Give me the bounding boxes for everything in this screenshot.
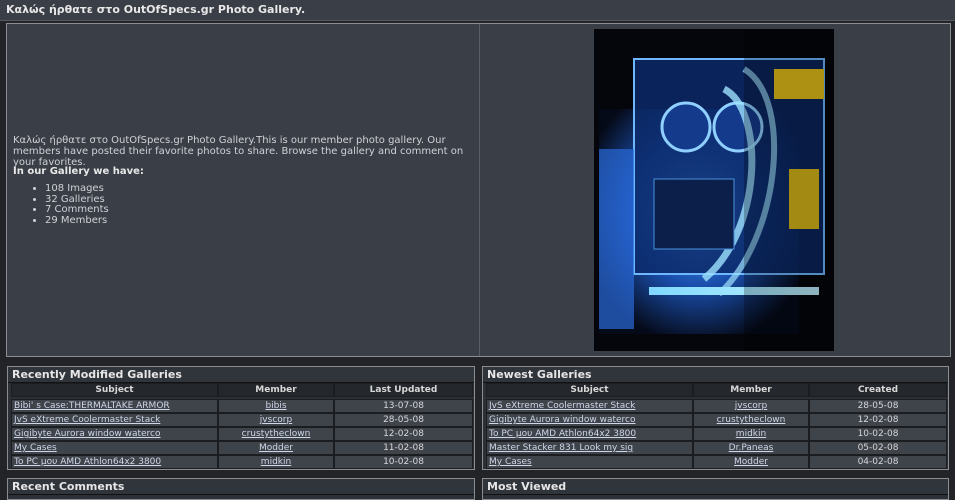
welcome-panel: Καλώς ήρθατε στο OutOfSpecs.gr Photo Gal…: [6, 23, 951, 357]
gallery-subject-link[interactable]: Gigibyte Aurora window waterco: [486, 413, 693, 427]
featured-photo-image: [594, 29, 834, 351]
member-link[interactable]: Modder: [693, 455, 809, 469]
member-link[interactable]: Dr.Paneas: [693, 441, 809, 455]
gallery-subject-link[interactable]: Gigibyte Aurora window waterco: [11, 427, 218, 441]
gallery-subject-link[interactable]: Master Stacker 831 Look my sig: [486, 441, 693, 455]
member-link[interactable]: crustytheclown: [693, 413, 809, 427]
member-link[interactable]: jvscorp: [693, 399, 809, 413]
welcome-text-column: Καλώς ήρθατε στο OutOfSpecs.gr Photo Gal…: [7, 24, 480, 356]
page-title: Καλώς ήρθατε στο OutOfSpecs.gr Photo Gal…: [6, 3, 306, 16]
date-cell: 28-05-08: [334, 413, 473, 427]
featured-photo[interactable]: [594, 29, 834, 351]
stat-comments: 7 Comments: [45, 204, 109, 216]
column-header-subject: Subject: [486, 383, 693, 397]
date-cell: 05-02-08: [809, 441, 947, 455]
date-cell: 12-02-08: [809, 413, 947, 427]
date-cell: 10-02-08: [334, 455, 473, 469]
date-cell: 12-02-08: [334, 427, 473, 441]
member-link[interactable]: crustytheclown: [218, 427, 334, 441]
date-cell: 11-02-08: [334, 441, 473, 455]
gallery-stats-list: 108 Images 32 Galleries 7 Comments 29 Me…: [13, 183, 109, 227]
column-header-member: Member: [693, 383, 809, 397]
gallery-subject-link[interactable]: Bibi' s Case:THERMALTAKE ARMOR: [11, 399, 218, 413]
gallery-subject-link[interactable]: My Cases: [486, 455, 693, 469]
member-link[interactable]: Modder: [218, 441, 334, 455]
welcome-intro: Καλώς ήρθατε στο OutOfSpecs.gr Photo Gal…: [13, 135, 464, 168]
member-link[interactable]: midkin: [693, 427, 809, 441]
gallery-subject-link[interactable]: My Cases: [11, 441, 218, 455]
recent-comments-title-bar: Recent Comments: [8, 479, 474, 495]
column-header-created: Created: [809, 383, 947, 397]
date-cell: 10-02-08: [809, 427, 947, 441]
page-title-bar: Καλώς ήρθατε στο OutOfSpecs.gr Photo Gal…: [0, 0, 955, 21]
recent-comments-title: Recent Comments: [12, 480, 125, 493]
recent-galleries-panel: Recently Modified Galleries Subject Memb…: [7, 366, 475, 470]
member-link[interactable]: jvscorp: [218, 413, 334, 427]
member-link[interactable]: bibis: [218, 399, 334, 413]
gallery-stats-heading: In our Gallery we have:: [13, 166, 144, 177]
most-viewed-title-bar: Most Viewed: [483, 479, 948, 495]
recent-comments-panel: Recent Comments: [7, 478, 475, 500]
member-link[interactable]: midkin: [218, 455, 334, 469]
date-cell: 28-05-08: [809, 399, 947, 413]
column-header-last-updated: Last Updated: [334, 383, 473, 397]
date-cell: 04-02-08: [809, 455, 947, 469]
stat-images: 108 Images: [45, 183, 109, 195]
date-cell: 13-07-08: [334, 399, 473, 413]
newest-galleries-title: Newest Galleries: [487, 368, 592, 381]
column-header-member: Member: [218, 383, 334, 397]
stat-members: 29 Members: [45, 215, 109, 227]
gallery-subject-link[interactable]: JvS eXtreme Coolermaster Stack: [11, 413, 218, 427]
most-viewed-title: Most Viewed: [487, 480, 567, 493]
newest-galleries-panel: Newest Galleries Subject Member Created …: [482, 366, 949, 470]
recent-galleries-title: Recently Modified Galleries: [12, 368, 182, 381]
recent-galleries-title-bar: Recently Modified Galleries: [8, 367, 474, 383]
most-viewed-panel: Most Viewed: [482, 478, 949, 500]
gallery-subject-link[interactable]: JvS eXtreme Coolermaster Stack: [486, 399, 693, 413]
gallery-subject-link[interactable]: To PC μου AMD Athlon64x2 3800: [11, 455, 218, 469]
newest-galleries-title-bar: Newest Galleries: [483, 367, 948, 383]
column-header-subject: Subject: [11, 383, 218, 397]
gallery-subject-link[interactable]: To PC μου AMD Athlon64x2 3800: [486, 427, 693, 441]
